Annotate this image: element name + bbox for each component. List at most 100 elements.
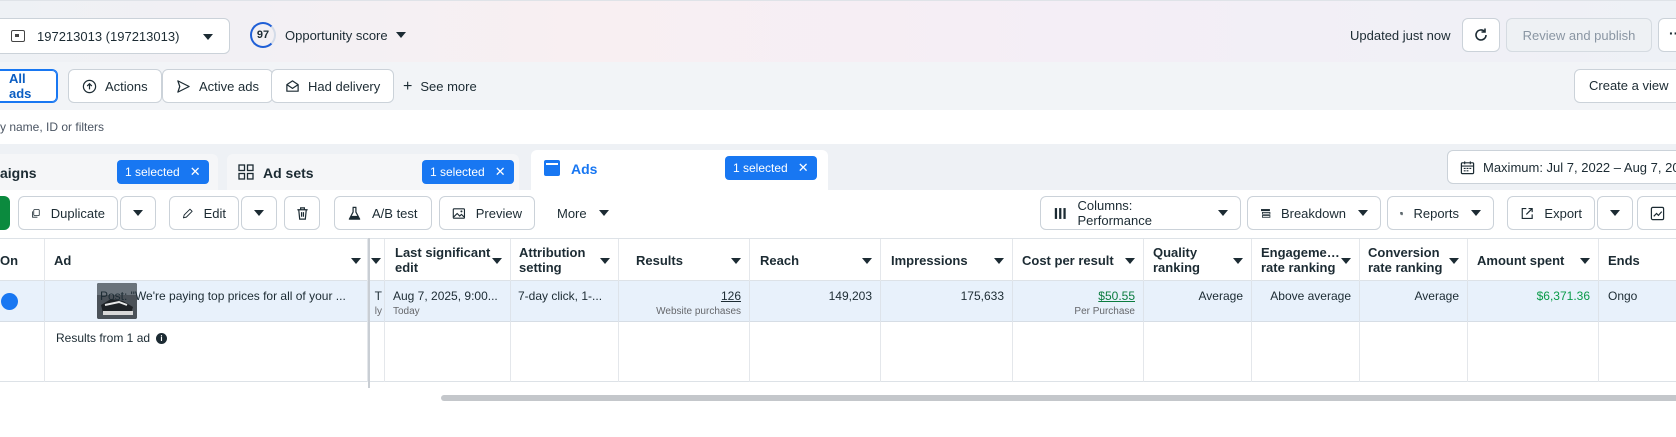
header-last-edit[interactable]: Last significant edit [385,239,511,282]
reports-label: Reports [1413,205,1459,221]
cell-reach: 149,203 [750,281,881,322]
edit-button[interactable]: Edit [169,196,239,230]
header-on[interactable]: On [0,239,45,282]
ad-name[interactable]: Post: "We're paying top prices for all o… [100,289,346,303]
header-conversion-ranking[interactable]: Conversion rate ranking [1360,239,1468,282]
breakdown-label: Breakdown [1280,205,1346,221]
had-delivery-filter-label: Had delivery [308,78,381,94]
ads-selected-chip[interactable]: 1 selected ✕ [725,156,817,180]
chevron-down-icon [1341,258,1351,264]
tab-adsets[interactable]: Ad sets 1 selected ✕ [227,154,519,190]
cell-impressions: 175,633 [881,281,1013,322]
chevron-down-icon [994,258,1004,264]
level-tabs: aigns 1 selected ✕ Ad sets 1 selected ✕ … [0,144,1676,190]
cell-results: 126 Website purchases [619,281,750,322]
account-icon [11,30,25,42]
cost-per-result-link[interactable]: $50.55 [1098,289,1135,303]
info-icon[interactable]: i [156,332,168,344]
adsets-selected-chip[interactable]: 1 selected ✕ [422,160,514,184]
breakdown-button[interactable]: Breakdown [1247,196,1381,230]
summary-cell [511,322,619,382]
search-bar[interactable]: y name, ID or filters [0,110,1676,144]
chevron-down-icon [1471,210,1481,216]
tab-campaigns[interactable]: aigns 1 selected ✕ [0,154,218,190]
chevron-down-icon [1449,258,1459,264]
opportunity-score-label: Opportunity score [285,27,388,43]
refresh-icon [1475,28,1487,41]
header-attribution[interactable]: Attribution setting [511,239,619,282]
chevron-down-icon [862,258,872,264]
chevron-down-icon [600,258,610,264]
table-row[interactable]: Post: "We're paying top prices for all o… [0,281,1676,322]
ab-test-button[interactable]: A/B test [334,196,432,230]
tab-campaigns-label: aigns [0,165,37,181]
close-icon[interactable]: ✕ [495,164,506,180]
cell-ad[interactable]: Post: "We're paying top prices for all o… [45,281,368,322]
had-delivery-filter[interactable]: Had delivery [271,69,395,103]
review-and-publish-button[interactable]: Review and publish [1506,18,1652,52]
summary-cell [1252,322,1360,382]
summary-cell [1144,322,1252,382]
header-engagement-ranking[interactable]: Engageme… rate ranking [1252,239,1360,282]
active-ads-filter[interactable]: Active ads [162,69,273,103]
chevron-down-icon [1218,210,1228,216]
campaigns-selected-label: 1 selected [125,165,180,179]
chart-icon [1650,206,1665,220]
see-more-filters[interactable]: + See more [403,79,477,95]
chevron-down-icon [1358,210,1368,216]
date-range-picker[interactable]: Maximum: Jul 7, 2022 – Aug 7, 20 [1447,150,1676,184]
frozen-column-divider [368,238,370,388]
search-input[interactable]: y name, ID or filters [0,120,104,134]
results-link[interactable]: 126 [721,289,741,303]
actions-filter[interactable]: Actions [68,69,162,103]
on-off-toggle[interactable] [1,293,18,310]
horizontal-scrollbar[interactable] [441,395,1676,401]
account-selector[interactable]: 197213013 (197213013) [0,18,230,54]
chevron-down-icon [492,258,502,264]
tab-ads[interactable]: Ads 1 selected ✕ [531,150,828,190]
more-actions-button[interactable]: More [544,196,624,230]
reports-button[interactable]: Reports [1387,196,1494,230]
more-options-button[interactable]: ··· [1658,18,1676,52]
summary-cell [619,322,750,382]
preview-button[interactable]: Preview [439,196,535,230]
charts-button[interactable] [1637,196,1676,230]
create-button[interactable] [0,196,10,230]
create-view-button[interactable]: Create a view [1574,69,1676,103]
cell-quality-ranking: Average [1144,281,1252,322]
preview-label: Preview [475,205,522,221]
ads-table: On Ad Last significant edit Attribution se… [0,238,1676,393]
header-amount-spent[interactable]: Amount spent [1468,239,1599,282]
header-ends[interactable]: Ends [1599,239,1676,282]
export-dropdown[interactable] [1597,196,1633,230]
export-button[interactable]: Export [1507,196,1595,230]
refresh-button[interactable] [1462,18,1500,52]
edit-dropdown[interactable] [241,196,277,230]
duplicate-dropdown[interactable] [120,196,156,230]
header-cost-per-result[interactable]: Cost per result [1013,239,1144,282]
top-bar: 197213013 (197213013) 97 Opportunity sco… [0,0,1676,62]
opportunity-score-button[interactable]: 97 Opportunity score [250,22,406,48]
close-icon[interactable]: ✕ [190,164,201,180]
campaigns-selected-chip[interactable]: 1 selected ✕ [117,160,209,184]
export-icon [1521,207,1533,219]
header-impressions[interactable]: Impressions [881,239,1013,282]
duplicate-button[interactable]: Duplicate [18,196,118,230]
header-ad[interactable]: Ad [45,239,368,282]
delete-button[interactable] [284,196,320,230]
summary-cell [1360,322,1468,382]
close-icon[interactable]: ✕ [798,160,809,176]
header-reach[interactable]: Reach [750,239,881,282]
header-partial[interactable] [370,239,385,282]
columns-button[interactable]: Columns: Performance [1040,196,1241,230]
chevron-down-icon [1610,210,1620,216]
chevron-down-icon [254,210,264,216]
header-results[interactable]: Results [619,239,750,282]
chevron-down-icon [351,258,361,264]
summary-cell [881,322,1013,382]
ad-toolbar: Duplicate Edit A/B test Preview More Col… [0,190,1676,238]
all-ads-filter[interactable]: All ads [0,69,58,103]
grid-icon [238,164,254,180]
tab-adsets-label: Ad sets [263,165,314,181]
header-quality-ranking[interactable]: Quality ranking [1144,239,1252,282]
